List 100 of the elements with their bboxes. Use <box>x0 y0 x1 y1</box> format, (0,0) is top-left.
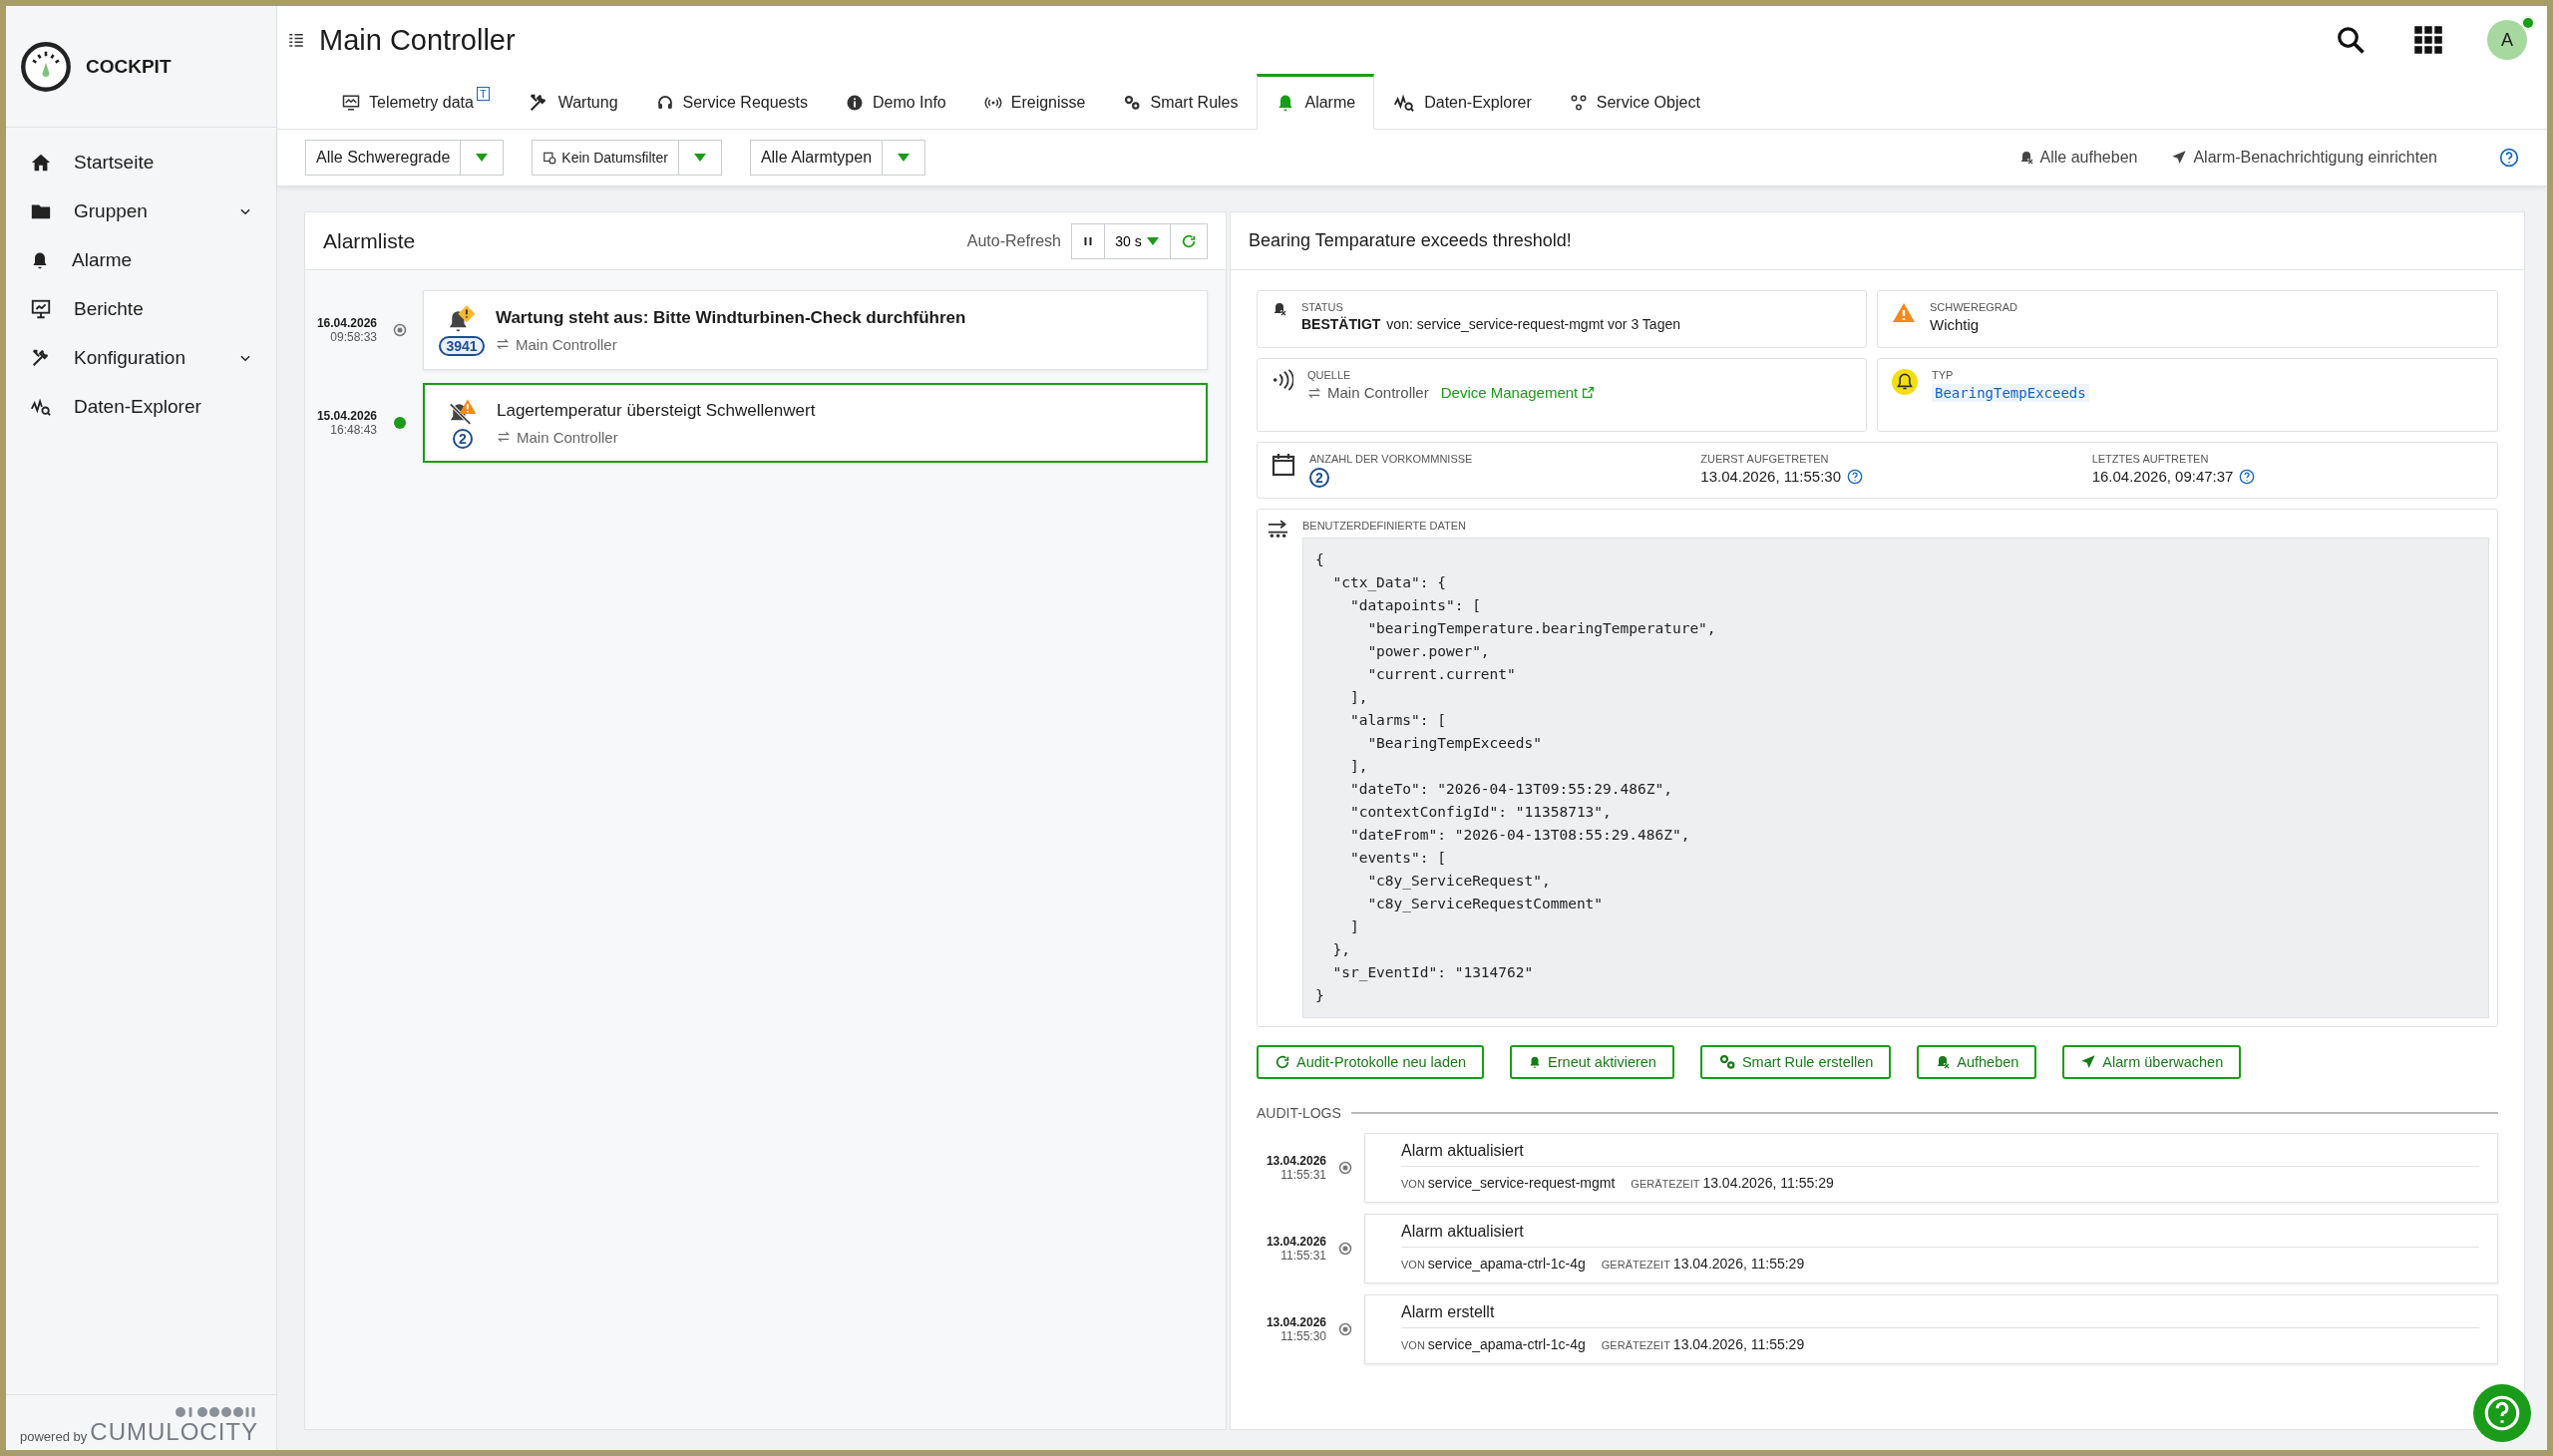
section-label: AUDIT-LOGS <box>1257 1105 1341 1121</box>
search-icon <box>2336 25 2366 55</box>
tab[interactable]: Daten-Explorer <box>1374 74 1551 129</box>
signal-waves-icon <box>1272 369 1293 391</box>
tab[interactable]: Wartung <box>508 74 637 129</box>
bell-slash-icon <box>1935 1054 1952 1070</box>
tab[interactable]: Demo Info <box>826 74 965 129</box>
info-icon <box>845 93 864 112</box>
panel-title: Bearing Temparature exceeds threshold! <box>1249 230 1573 251</box>
action-link[interactable]: Alarm-Benachrichtigung einrichten <box>2171 149 2437 167</box>
help-button-icon[interactable] <box>2473 1384 2531 1442</box>
caret-icon <box>692 153 707 163</box>
log-time: 11:55:31 <box>1280 1249 1326 1263</box>
alarm-title: Wartung steht aus: Bitte Windturbinen-Check durchführen <box>496 307 966 328</box>
action-button[interactable]: Smart Rule erstellen <box>1699 1045 1892 1079</box>
action-link[interactable]: Alle aufheben <box>2017 149 2138 167</box>
gears-icon <box>1717 1053 1736 1071</box>
filter-dropdown[interactable]: Kein Datumsfilter <box>532 140 722 176</box>
powered-by-text: powered by <box>20 1429 88 1444</box>
field-label: TYP <box>1932 369 1955 381</box>
alarm-title: Lagertemperatur übersteigt Schwellenwert <box>497 400 816 421</box>
help-icon[interactable] <box>2499 148 2519 168</box>
warning-icon <box>1892 301 1916 325</box>
paper-plane-icon <box>2171 150 2188 166</box>
app-name: COCKPIT <box>86 55 172 78</box>
tab[interactable]: Service Object <box>1550 74 1719 129</box>
swap-icon <box>497 430 511 444</box>
action-button[interactable]: Aufheben <box>1917 1045 2037 1079</box>
action-button[interactable]: Alarm überwachen <box>2062 1045 2242 1079</box>
field-label: ANZAHL DER VORKOMMNISSE <box>1309 453 1474 465</box>
timeline-dot-icon <box>1338 1161 1352 1175</box>
tab[interactable]: Smart Rules <box>1104 74 1258 129</box>
refresh-icon <box>1275 1054 1290 1070</box>
timeline-dot-icon <box>393 323 407 337</box>
gears-icon <box>1123 93 1142 112</box>
page-title: Main Controller <box>319 23 517 57</box>
device-management-link[interactable]: Device Management <box>1440 384 1596 401</box>
timeline-dot-icon <box>393 416 407 430</box>
auto-refresh-label: Auto-Refresh <box>966 231 1061 250</box>
timestamp: 13.04.2026, 11:55:30 <box>1700 468 1841 485</box>
tab[interactable]: Service Requests <box>636 74 827 129</box>
alarm-time: 16:48:43 <box>330 423 377 437</box>
sidebar-item[interactable]: Daten-Explorer <box>6 382 276 431</box>
log-date: 13.04.2026 <box>1265 1153 1326 1168</box>
alarm-time: 09:58:33 <box>330 330 377 344</box>
log-device-time: GERÄTEZEIT 13.04.2026, 11:55:29 <box>1601 1256 1805 1272</box>
paper-plane-icon <box>2080 1054 2097 1070</box>
tab[interactable]: Ereignisse <box>964 74 1105 129</box>
action-button[interactable]: Erneut aktivieren <box>1510 1045 1674 1079</box>
field-label: ZUERST AUFGETRETEN <box>1700 453 1830 465</box>
sidebar-item[interactable]: Konfiguration <box>6 333 276 382</box>
severity-value: Wichtig <box>1930 316 1981 333</box>
filter-dropdown[interactable]: Alle Schweregrade <box>305 140 505 176</box>
log-time: 11:55:31 <box>1280 1168 1326 1182</box>
log-time: 11:55:30 <box>1280 1329 1326 1343</box>
alarm-date: 16.04.2026 <box>315 315 377 330</box>
log-device-time: GERÄTEZEIT 13.04.2026, 11:55:29 <box>1631 1175 1834 1191</box>
count-badge: 3941 <box>439 336 485 356</box>
user-avatar[interactable]: A <box>2487 20 2527 60</box>
tab[interactable]: Alarme <box>1257 74 1375 130</box>
caret-icon <box>475 153 490 163</box>
count-badge: 2 <box>453 429 473 449</box>
code-block: { "ctx_Data": { "datapoints": [ "bearingTemperature.bearingTemperature", "power.power", "current.current" ], "alarms": [ "BearingTempExceeds" ], "dateTo": "2026-04-13T09:55:29.486Z", "contextConfigId": "11358713", "dateFrom": "2026-04-13T08:55:29.486Z", "events": [ "c8y_ServiceRequest", "c8y_ServiceRequestComment" ] }, "sr_EventId": "1314762" } <box>1302 538 2489 1018</box>
menu-toggle-icon <box>287 31 305 49</box>
source-value: Main Controller <box>1327 384 1429 401</box>
help-icon <box>2239 468 2256 485</box>
sidebar-item[interactable]: Gruppen <box>6 186 276 235</box>
log-title: Alarm aktualisiert <box>1401 1223 2479 1248</box>
refresh-icon <box>1181 232 1197 249</box>
tab-badge: T <box>476 87 490 101</box>
log-title: Alarm erstellt <box>1401 1303 2479 1328</box>
sidebar-item[interactable]: Alarme <box>6 235 276 284</box>
action-button[interactable]: Audit-Protokolle neu laden <box>1257 1045 1485 1079</box>
bell-icon <box>1892 369 1918 395</box>
swap-icon <box>1307 385 1321 400</box>
log-author: VON service_apama-ctrl-1c-4g <box>1401 1256 1586 1272</box>
field-label: QUELLE <box>1307 369 1352 381</box>
external-link-icon <box>1582 386 1596 399</box>
help-icon <box>1847 468 1863 485</box>
dots-logo-icon <box>175 1406 258 1418</box>
field-label: BENUTZERDEFINIERTE DATEN <box>1302 520 1467 532</box>
log-title: Alarm aktualisiert <box>1401 1142 2479 1167</box>
gauge-logo-icon <box>20 40 72 93</box>
alarm-card[interactable]: 2 Lagertemperatur übersteigt Schwellenwert Main Controller <box>423 383 1208 463</box>
app-grid-icon <box>2413 25 2443 55</box>
custom-data-icon <box>1268 520 1288 540</box>
sidebar-item[interactable]: Startseite <box>6 138 276 186</box>
alarm-card[interactable]: 3941 Wartung steht aus: Bitte Windturbinen-Check durchführen Main Controller <box>423 290 1208 370</box>
tab[interactable]: Telemetry data T <box>323 74 509 129</box>
field-label: SCHWEREGRAD <box>1930 301 2017 313</box>
count-badge: 2 <box>1309 468 1329 488</box>
field-label: STATUS <box>1301 301 1344 313</box>
bell-slash-icon <box>1272 301 1287 317</box>
calendar-clock-icon <box>543 151 557 165</box>
caret-icon <box>897 153 912 163</box>
pause-icon <box>1082 234 1094 247</box>
sidebar-item[interactable]: Berichte <box>6 284 276 333</box>
alarm-source: Main Controller <box>517 428 618 446</box>
filter-dropdown[interactable]: Alle Alarmtypen <box>749 140 926 176</box>
timeline-dot-icon <box>1338 1322 1352 1336</box>
